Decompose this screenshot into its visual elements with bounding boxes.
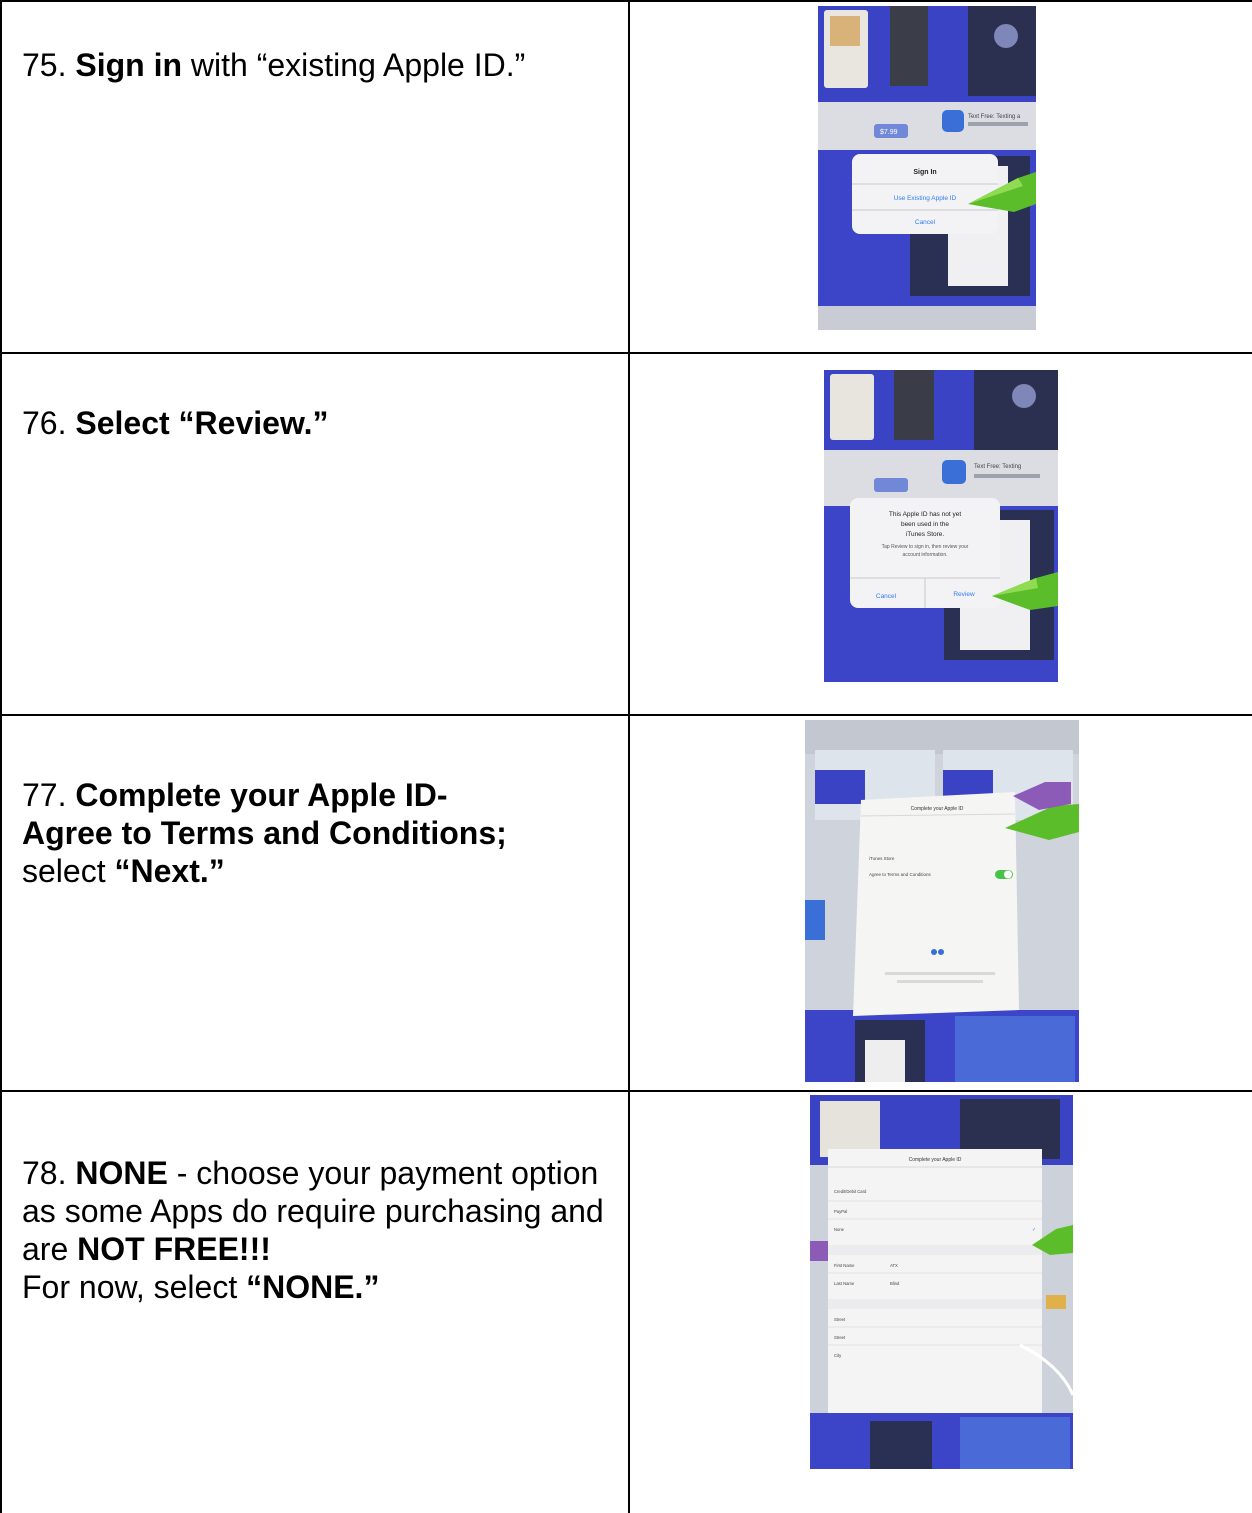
step-number: 75. — [22, 47, 67, 83]
step-text: with “existing Apple ID.” — [182, 47, 526, 83]
dialog-line-3: iTunes Store. — [906, 531, 945, 538]
first-name-value: ATX — [890, 1263, 898, 1268]
dialog-review: Review — [953, 591, 975, 598]
step-bold-text: Sign in — [75, 47, 183, 83]
first-name-label: First Name — [834, 1263, 855, 1268]
step-75-photo: $7.99 Text Free: Texting a Sign In Use E… — [818, 6, 1036, 330]
dialog-small-2: account information. — [902, 552, 947, 558]
sheet-row-2: Agree to Terms and Conditions — [869, 872, 931, 877]
payment-option-paypal: PayPal — [834, 1209, 847, 1214]
step-77-photo: Complete your Apple ID iTunes Store Agre… — [805, 720, 1079, 1082]
price-label: $7.99 — [880, 129, 898, 136]
step-number: 76. — [22, 405, 67, 441]
step-76-text: 76. Select “Review.” — [22, 404, 612, 442]
step-number: 78. — [22, 1155, 67, 1191]
step-bold-text: Complete your Apple ID- — [75, 777, 448, 813]
sheet-title: Complete your Apple ID — [911, 806, 964, 812]
step-78-photo: Complete your Apple ID Credit/Debit Card… — [810, 1095, 1073, 1469]
street-label-1: Street — [834, 1317, 846, 1322]
step-76-photo: Text Free: Texting This Apple ID has not… — [824, 370, 1058, 682]
step-bold-text: Select “Review.” — [75, 405, 329, 441]
step-bold-text: “Next.” — [114, 853, 225, 889]
sheet-row-1: iTunes Store — [869, 856, 895, 861]
dialog-cancel: Cancel — [876, 593, 897, 600]
step-bold-text: “NONE.” — [246, 1269, 380, 1305]
payment-option-card: Credit/Debit Card — [834, 1189, 867, 1194]
dialog-line-1: This Apple ID has not yet — [889, 511, 961, 518]
table-border-top — [0, 0, 1252, 2]
dialog-line-2: been used in the — [901, 521, 949, 528]
dialog-option: Use Existing Apple ID — [894, 195, 957, 202]
step-78-text: 78. NONE - choose your payment option as… — [22, 1154, 612, 1306]
step-bold-text: Agree to Terms and Conditions; — [22, 815, 507, 851]
row-divider — [0, 352, 1252, 354]
table-border-left — [0, 0, 2, 1513]
step-text: select — [22, 853, 115, 889]
last-name-value: Blind — [890, 1281, 900, 1286]
city-label: City — [834, 1353, 842, 1358]
step-number: 77. — [22, 777, 67, 813]
dialog-title: Sign In — [913, 169, 936, 176]
dialog-small-1: Tap Review to sign in, then review your — [882, 544, 969, 550]
street-label-2: Street — [834, 1335, 846, 1340]
step-75-text: 75. Sign in with “existing Apple ID.” — [22, 46, 612, 84]
row-divider — [0, 1090, 1252, 1092]
last-name-label: Last Name — [834, 1281, 855, 1286]
instruction-table: 75. Sign in with “existing Apple ID.” $7… — [0, 0, 1252, 1513]
row-divider — [0, 714, 1252, 716]
step-text: For now, select — [22, 1269, 247, 1305]
app-title: Text Free: Texting — [974, 464, 1021, 470]
sheet-title: Complete your Apple ID — [909, 1157, 962, 1163]
step-bold-text: NOT FREE!!! — [77, 1231, 271, 1267]
step-77-text: 77. Complete your Apple ID- Agree to Ter… — [22, 776, 612, 890]
step-bold-text: NONE — [75, 1155, 168, 1191]
column-divider — [628, 0, 630, 1513]
svg-text:✓: ✓ — [1032, 1227, 1036, 1233]
payment-option-none: None — [834, 1227, 845, 1232]
dialog-cancel: Cancel — [915, 219, 936, 226]
app-title: Text Free: Texting a — [968, 114, 1021, 120]
